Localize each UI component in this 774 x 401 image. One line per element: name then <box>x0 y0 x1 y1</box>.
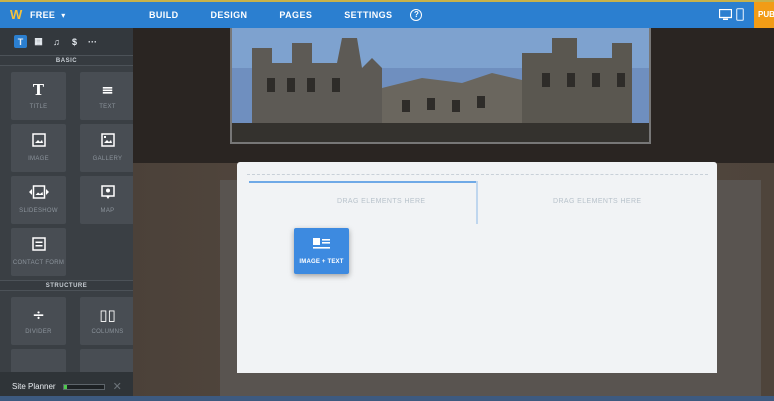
text-icon: ≡ <box>101 81 114 99</box>
basic-elements-grid: T TITLE ≡ TEXT IMAGE GALLERY SLIDESHOW M… <box>0 66 133 280</box>
help-icon[interactable]: ? <box>410 9 423 21</box>
divider-icon: ÷ <box>32 306 45 324</box>
dragging-element-card[interactable]: IMAGE + TEXT <box>294 228 349 274</box>
gallery-icon <box>100 133 115 153</box>
publish-button[interactable]: PUB <box>754 2 774 28</box>
mobile-view-icon[interactable] <box>736 8 744 26</box>
progress-fill <box>63 384 67 389</box>
desktop-view-icon[interactable] <box>718 8 733 26</box>
map-pin-icon <box>100 185 115 205</box>
element-slideshow[interactable]: SLIDESHOW <box>11 176 66 224</box>
element-label: GALLERY <box>92 156 123 162</box>
tab-pages[interactable]: PAGES <box>263 10 328 20</box>
element-label: TITLE <box>29 104 48 110</box>
section-heading-basic: BASIC <box>0 55 133 66</box>
chevron-down-icon: ▾ <box>61 10 66 20</box>
element-label: IMAGE <box>28 156 49 162</box>
tab-design[interactable]: DESIGN <box>195 10 264 20</box>
site-planner-label: Site Planner <box>12 382 56 391</box>
tab-build[interactable]: BUILD <box>133 10 195 20</box>
tab-settings[interactable]: SETTINGS <box>328 10 408 20</box>
element-label: SLIDESHOW <box>19 208 58 214</box>
text-category-icon[interactable]: T <box>14 35 27 48</box>
column-separator[interactable] <box>476 181 478 224</box>
category-bar: T ▦ ♫ $ ··· <box>0 28 133 55</box>
main-nav: BUILD DESIGN PAGES SETTINGS ? <box>133 2 423 28</box>
plan-label: FREE <box>30 10 56 20</box>
column-drop-highlight <box>249 181 476 183</box>
element-image[interactable]: IMAGE <box>11 124 66 172</box>
top-toolbar: W FREE ▾ BUILD DESIGN PAGES SETTINGS ? P… <box>0 0 774 28</box>
element-label: COLUMNS <box>91 329 124 335</box>
form-icon <box>31 237 46 257</box>
slideshow-icon <box>28 185 50 205</box>
weebly-logo-icon: W <box>10 7 23 22</box>
header-image[interactable] <box>230 28 651 144</box>
elements-sidebar: T ▦ ♫ $ ··· BASIC T TITLE ≡ TEXT IMAGE G… <box>0 28 133 401</box>
element-text[interactable]: ≡ TEXT <box>80 72 133 120</box>
section-heading-structure: STRUCTURE <box>0 280 133 291</box>
media-category-icon[interactable]: ♫ <box>50 35 63 48</box>
title-icon: T <box>32 81 45 99</box>
element-contact-form[interactable]: CONTACT FORM <box>11 228 66 276</box>
element-title[interactable]: T TITLE <box>11 72 66 120</box>
element-label: DIVIDER <box>25 329 52 335</box>
element-divider[interactable]: ÷ DIVIDER <box>11 297 66 345</box>
element-columns[interactable]: ▯▯ COLUMNS <box>80 297 133 345</box>
image-text-icon <box>312 237 331 255</box>
element-gallery[interactable]: GALLERY <box>80 124 133 172</box>
dragging-element-label: IMAGE + TEXT <box>299 259 344 265</box>
element-label: TEXT <box>99 104 116 110</box>
drop-zone-right[interactable]: DRAG ELEMENTS HERE <box>553 198 642 205</box>
os-taskbar <box>0 396 774 401</box>
campus-building-image <box>232 28 649 142</box>
layout-category-icon[interactable]: ▦ <box>32 35 45 48</box>
site-planner-progress <box>62 383 105 390</box>
more-category-icon[interactable]: ··· <box>86 35 99 48</box>
columns-icon: ▯▯ <box>99 306 116 324</box>
drop-zone-left[interactable]: DRAG ELEMENTS HERE <box>337 198 426 205</box>
image-icon <box>31 133 46 153</box>
element-map[interactable]: MAP <box>80 176 133 224</box>
section-dashed-border <box>247 174 708 175</box>
plan-menu[interactable]: W FREE ▾ <box>0 2 133 28</box>
element-label: MAP <box>100 208 115 214</box>
element-label: CONTACT FORM <box>12 260 65 266</box>
close-icon[interactable]: ✕ <box>113 380 122 393</box>
commerce-category-icon[interactable]: $ <box>68 35 81 48</box>
